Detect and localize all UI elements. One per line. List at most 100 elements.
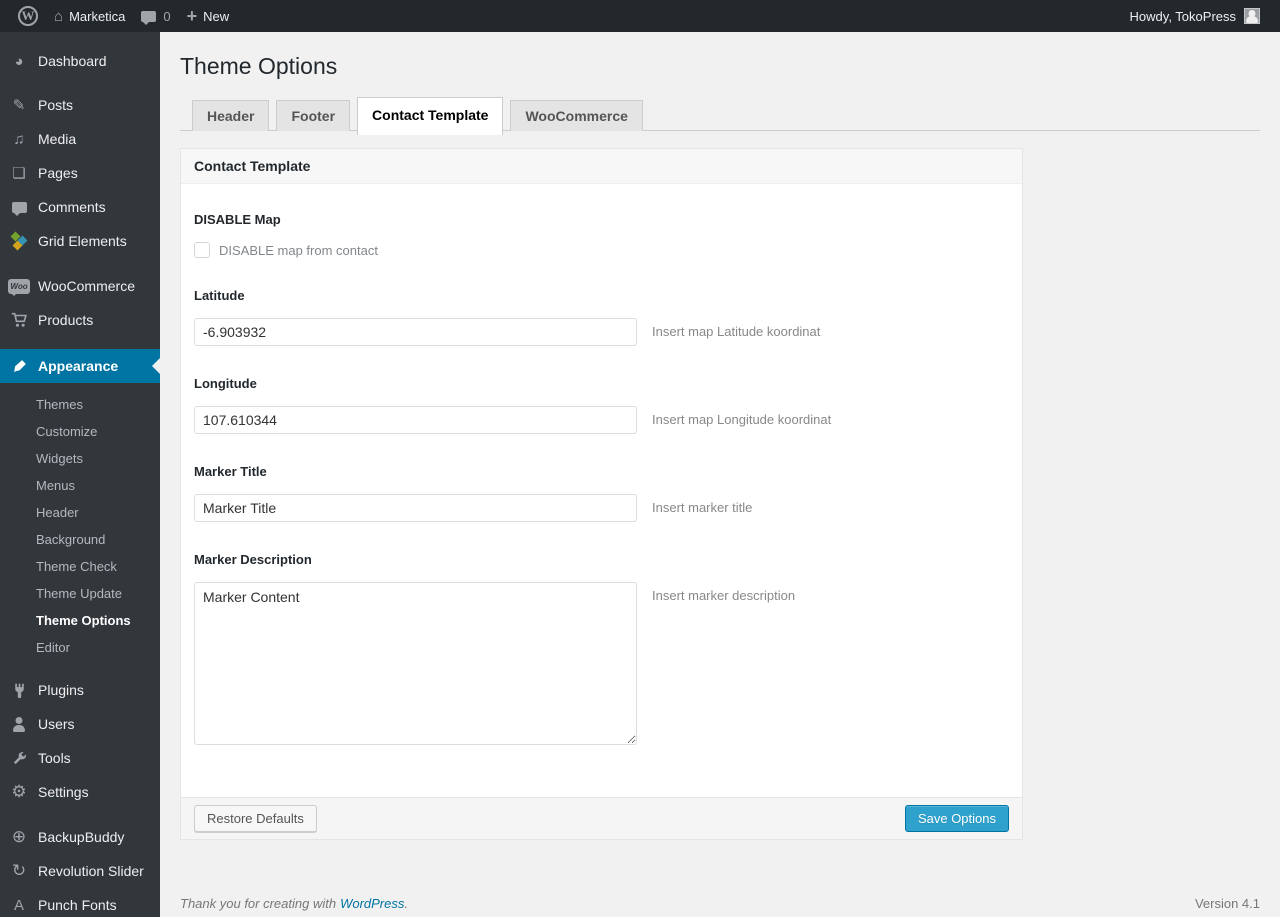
- disable-map-checkbox[interactable]: [194, 242, 210, 258]
- sidebar-item-products[interactable]: Products: [0, 303, 160, 337]
- sidebar-item-label: Pages: [38, 165, 78, 181]
- cart-icon: [8, 311, 30, 329]
- sidebar-item-label: Users: [38, 716, 75, 732]
- sidebar-item-settings[interactable]: ⚙ Settings: [0, 775, 160, 809]
- field-group-latitude: Latitude Insert map Latitude koordinat: [194, 288, 1009, 346]
- footer-thanks-text: Thank you for creating with: [180, 896, 337, 911]
- sidebar-item-posts[interactable]: ✎ Posts: [0, 88, 160, 122]
- media-icon: ♫: [13, 130, 25, 148]
- marker-title-input[interactable]: [194, 494, 637, 522]
- tab-footer[interactable]: Footer: [276, 100, 351, 131]
- howdy-label: Howdy, TokoPress: [1129, 8, 1236, 24]
- submenu-item-theme-options[interactable]: Theme Options: [0, 607, 160, 634]
- sidebar-item-comments[interactable]: Comments: [0, 190, 160, 224]
- field-label: Marker Description: [194, 552, 312, 567]
- tab-bar: Header Footer Contact Template WooCommer…: [180, 94, 1260, 135]
- site-name-label: Marketica: [69, 8, 126, 24]
- comments-link[interactable]: 0: [133, 0, 178, 32]
- sidebar-item-appearance[interactable]: Appearance: [0, 349, 160, 383]
- avatar: [1244, 8, 1260, 24]
- field-label: Longitude: [194, 376, 257, 391]
- tab-header[interactable]: Header: [192, 100, 270, 131]
- disable-map-checkbox-label[interactable]: DISABLE map from contact: [219, 243, 378, 258]
- wordpress-link[interactable]: WordPress: [340, 896, 404, 911]
- sidebar-item-revolution-slider[interactable]: ↻ Revolution Slider: [0, 854, 160, 888]
- pushpin-icon: ✎: [12, 97, 26, 114]
- comment-bubble-icon: [8, 201, 30, 216]
- sidebar-item-dashboard[interactable]: ◕ Dashboard: [0, 44, 160, 78]
- panel-footer: Restore Defaults Save Options: [181, 797, 1022, 839]
- field-group-disable-map: DISABLE Map DISABLE map from contact: [194, 212, 1009, 258]
- field-label: Latitude: [194, 288, 245, 303]
- submenu-item-background[interactable]: Background: [0, 526, 160, 553]
- sidebar-item-label: Punch Fonts: [38, 897, 117, 913]
- user-person-shape: [11, 716, 27, 732]
- version-label: Version 4.1: [1194, 896, 1260, 911]
- restore-defaults-button[interactable]: Restore Defaults: [194, 805, 317, 832]
- sidebar-item-label: Media: [38, 131, 77, 147]
- sidebar-item-label: Dashboard: [38, 53, 107, 69]
- sidebar-item-label: Revolution Slider: [38, 863, 144, 879]
- wordpress-logo-menu[interactable]: W: [10, 0, 46, 32]
- sidebar-item-backupbuddy[interactable]: ⊕ BackupBuddy: [0, 820, 160, 854]
- grid-elements-icon: [8, 231, 30, 251]
- backupbuddy-icon: ⊕: [11, 827, 27, 846]
- paintbrush-icon: [8, 358, 30, 375]
- plus-icon: +: [186, 5, 198, 26]
- menu-separator: [0, 337, 160, 349]
- sidebar-item-tools[interactable]: Tools: [0, 741, 160, 775]
- woo-badge: Woo: [8, 278, 30, 296]
- home-icon: ⌂: [54, 7, 64, 25]
- sidebar-item-grid-elements[interactable]: Grid Elements: [0, 224, 160, 258]
- longitude-input[interactable]: [194, 406, 637, 434]
- sidebar-item-plugins[interactable]: Plugins: [0, 673, 160, 707]
- user-icon: [8, 716, 30, 732]
- submenu-item-menus[interactable]: Menus: [0, 472, 160, 499]
- avatar-person-icon: [1245, 9, 1259, 23]
- field-group-marker-description: Marker Description Marker Content Insert…: [194, 552, 1009, 745]
- sidebar-item-label: Posts: [38, 97, 74, 113]
- sidebar-item-users[interactable]: Users: [0, 707, 160, 741]
- contact-template-panel: Contact Template DISABLE Map DISABLE map…: [180, 148, 1023, 840]
- settings-icon: ⚙: [11, 782, 27, 801]
- field-label: Marker Title: [194, 464, 267, 479]
- submenu-item-theme-check[interactable]: Theme Check: [0, 553, 160, 580]
- marker-description-textarea[interactable]: Marker Content: [194, 582, 637, 745]
- sidebar-item-label: Appearance: [38, 358, 119, 374]
- latitude-input[interactable]: [194, 318, 637, 346]
- field-group-marker-title: Marker Title Insert marker title: [194, 464, 1009, 522]
- page-title: Theme Options: [180, 53, 338, 79]
- appearance-submenu: Themes Customize Widgets Menus Header Ba…: [0, 383, 160, 669]
- submenu-item-theme-update[interactable]: Theme Update: [0, 580, 160, 607]
- sidebar-item-punch-fonts[interactable]: A Punch Fonts: [0, 888, 160, 917]
- sidebar-item-label: Products: [38, 312, 94, 328]
- tab-woocommerce[interactable]: WooCommerce: [510, 100, 643, 131]
- save-options-button[interactable]: Save Options: [904, 805, 1009, 832]
- sidebar-item-label: Plugins: [38, 682, 84, 698]
- tab-contact-template[interactable]: Contact Template: [357, 97, 504, 135]
- new-content-link[interactable]: + New: [179, 0, 238, 32]
- submenu-item-widgets[interactable]: Widgets: [0, 445, 160, 472]
- site-name-link[interactable]: ⌂ Marketica: [46, 0, 133, 32]
- field-group-longitude: Longitude Insert map Longitude koordinat: [194, 376, 1009, 434]
- submenu-item-editor[interactable]: Editor: [0, 634, 160, 661]
- main-content: Theme Options Header Footer Contact Temp…: [160, 0, 1280, 911]
- field-help-text: Insert map Longitude koordinat: [652, 412, 832, 427]
- sidebar-item-media[interactable]: ♫ Media: [0, 122, 160, 156]
- account-menu[interactable]: Howdy, TokoPress: [1122, 0, 1268, 32]
- sidebar-item-woocommerce[interactable]: Woo WooCommerce: [0, 269, 160, 303]
- wordpress-logo-icon: W: [18, 6, 38, 26]
- field-help-text: Insert marker description: [652, 588, 796, 603]
- submenu-item-themes[interactable]: Themes: [0, 391, 160, 418]
- sidebar-item-label: Tools: [38, 750, 71, 766]
- comment-bubble-icon: [141, 10, 157, 25]
- submenu-item-customize[interactable]: Customize: [0, 418, 160, 445]
- sidebar-item-pages[interactable]: ❏ Pages: [0, 156, 160, 190]
- menu-separator: [0, 78, 160, 88]
- menu-separator: [0, 258, 160, 269]
- submenu-item-header[interactable]: Header: [0, 499, 160, 526]
- footer-thanks: Thank you for creating with WordPress.: [180, 896, 408, 911]
- comment-bubble-shape: [11, 201, 27, 216]
- new-label: New: [203, 8, 230, 24]
- admin-sidebar: ◕ Dashboard ✎ Posts ♫ Media ❏ Pages Comm…: [0, 32, 160, 917]
